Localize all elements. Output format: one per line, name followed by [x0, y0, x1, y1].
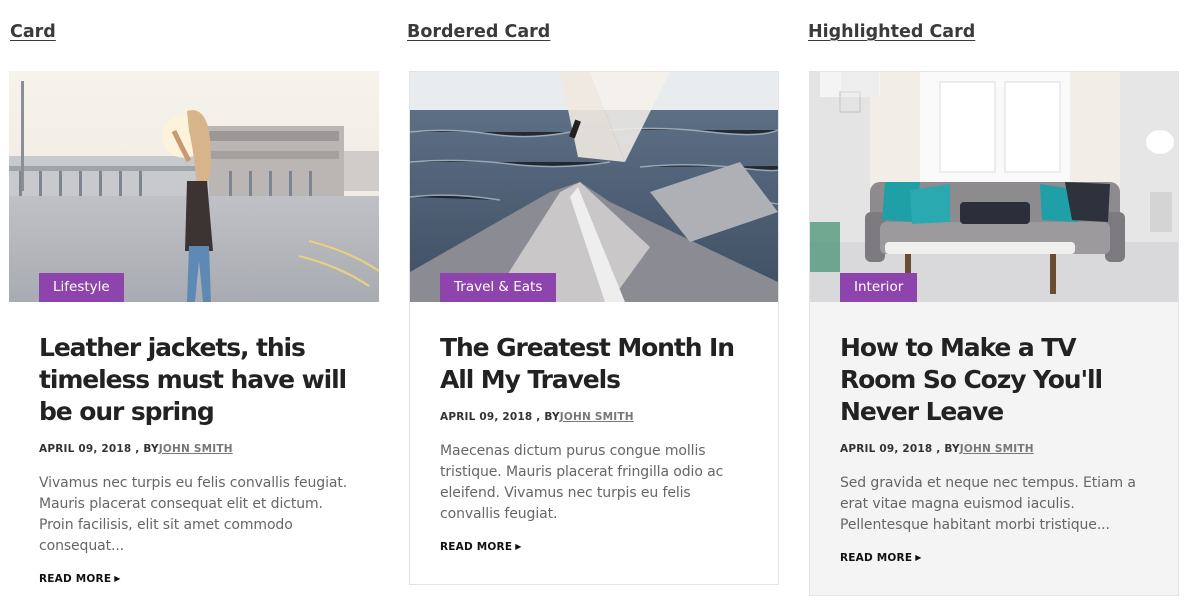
card-body: Leather jackets, this timeless must have…	[9, 302, 379, 586]
section-title-bordered-card[interactable]: Bordered Card	[407, 22, 550, 42]
card-excerpt: Sed gravida et neque nec tempus. Etiam a…	[840, 475, 1136, 533]
author-link[interactable]: JOHN SMITH	[560, 411, 634, 423]
woman-on-rooftop-photo	[9, 71, 379, 302]
card-headline[interactable]: Leather jackets, this timeless must have…	[39, 332, 349, 428]
card-meta: APRIL 09, 2018 , BYJOHN SMITH	[840, 443, 1148, 455]
card-meta: APRIL 09, 2018 , BYJOHN SMITH	[39, 443, 349, 455]
post-date: APRIL 09, 2018 , BY	[440, 411, 560, 423]
card-headline[interactable]: How to Make a TV Room So Cozy You'll Nev…	[840, 332, 1148, 428]
category-tag[interactable]: Interior	[840, 273, 918, 302]
bordered-card: Travel & Eats The Greatest Month In All …	[409, 71, 779, 585]
living-room-sofa-photo	[810, 72, 1178, 302]
caret-right-icon: ▶	[114, 574, 121, 583]
card-image[interactable]: Interior	[810, 72, 1178, 302]
caret-right-icon: ▶	[915, 553, 922, 562]
card-excerpt: Vivamus nec turpis eu felis convallis fe…	[39, 475, 348, 554]
author-link[interactable]: JOHN SMITH	[960, 443, 1034, 455]
card-meta: APRIL 09, 2018 , BYJOHN SMITH	[440, 411, 748, 423]
card-image[interactable]: Lifestyle	[9, 71, 379, 302]
author-link[interactable]: JOHN SMITH	[159, 443, 233, 455]
read-more-link[interactable]: READ MORE ▶	[840, 552, 922, 564]
sailboat-on-sea-photo	[410, 72, 778, 302]
card: Lifestyle Leather jackets, this timeless…	[9, 71, 379, 596]
card-body: How to Make a TV Room So Cozy You'll Nev…	[810, 302, 1178, 565]
card-body: The Greatest Month In All My Travels APR…	[410, 302, 778, 554]
post-date: APRIL 09, 2018 , BY	[840, 443, 960, 455]
highlighted-card: Interior How to Make a TV Room So Cozy Y…	[809, 71, 1179, 596]
card-excerpt: Maecenas dictum purus congue mollis tris…	[440, 443, 724, 522]
card-headline[interactable]: The Greatest Month In All My Travels	[440, 332, 748, 396]
category-tag[interactable]: Travel & Eats	[440, 273, 557, 302]
caret-right-icon: ▶	[515, 542, 522, 551]
post-date: APRIL 09, 2018 , BY	[39, 443, 159, 455]
read-more-label: READ MORE	[840, 552, 913, 564]
read-more-link[interactable]: READ MORE ▶	[39, 573, 121, 585]
read-more-label: READ MORE	[440, 541, 513, 553]
section-title-card[interactable]: Card	[10, 22, 56, 42]
category-tag[interactable]: Lifestyle	[39, 273, 124, 302]
read-more-label: READ MORE	[39, 573, 112, 585]
read-more-link[interactable]: READ MORE ▶	[440, 541, 522, 553]
section-title-highlighted-card[interactable]: Highlighted Card	[808, 22, 975, 42]
card-image[interactable]: Travel & Eats	[410, 72, 778, 302]
